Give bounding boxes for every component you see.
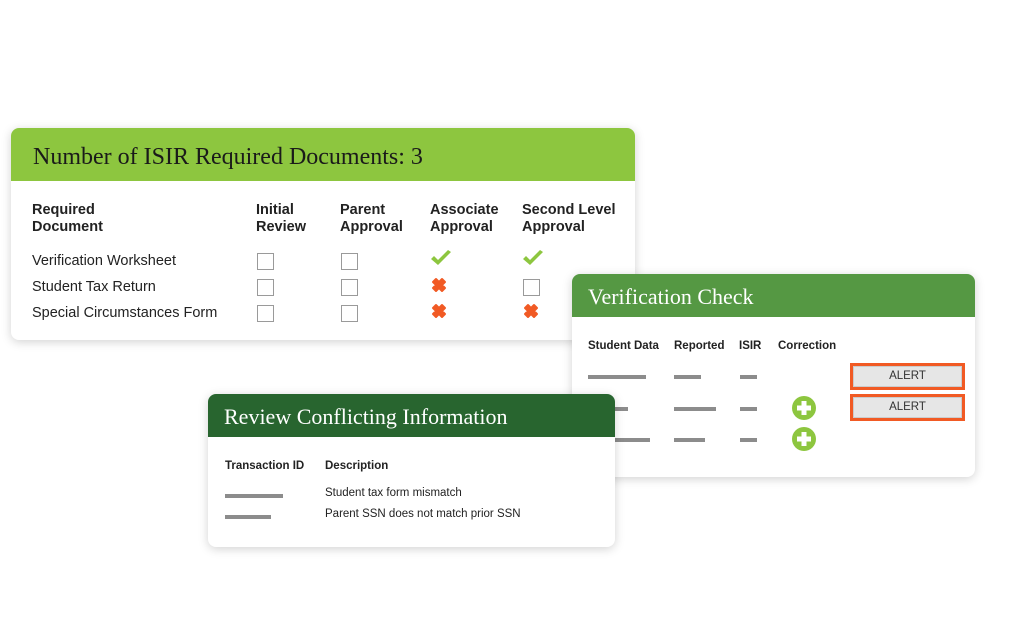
document-name: Special Circumstances Form bbox=[32, 305, 218, 321]
reported-placeholder bbox=[674, 407, 716, 411]
student-data-placeholder bbox=[588, 375, 646, 379]
transaction-id-placeholder bbox=[225, 494, 283, 498]
parent-approval-checkbox[interactable] bbox=[341, 252, 358, 270]
table-row: Verification Worksheet bbox=[32, 248, 632, 274]
required-documents-title: Number of ISIR Required Documents: 3 bbox=[11, 128, 635, 181]
conflict-description: Parent SSN does not match prior SSN bbox=[325, 508, 521, 520]
associate-approval-cell bbox=[430, 274, 522, 300]
plus-circle-icon[interactable] bbox=[792, 396, 816, 420]
table-row: Special Circumstances Form bbox=[32, 300, 632, 326]
x-mark-icon bbox=[430, 302, 448, 324]
initial-review-cell bbox=[256, 248, 340, 274]
column-header-description: Description bbox=[325, 460, 389, 472]
isir-placeholder bbox=[740, 407, 757, 411]
column-header-required-document: Required Document bbox=[32, 202, 103, 235]
x-mark-icon bbox=[430, 276, 448, 298]
document-name: Verification Worksheet bbox=[32, 253, 176, 269]
second-level-approval-cell bbox=[522, 248, 632, 274]
parent-approval-cell bbox=[340, 300, 430, 326]
column-header-student-data: Student Data bbox=[588, 340, 659, 352]
initial-review-cell bbox=[256, 300, 340, 326]
reported-placeholder bbox=[674, 438, 705, 442]
review-conflicting-information-card: Review Conflicting Information Transacti… bbox=[208, 394, 615, 547]
associate-approval-cell bbox=[430, 248, 522, 274]
column-header-associate-approval: Associate Approval bbox=[430, 202, 499, 235]
document-name: Student Tax Return bbox=[32, 279, 156, 295]
checkmark-icon bbox=[430, 250, 452, 272]
column-header-second-level-approval: Second Level Approval bbox=[522, 202, 616, 235]
table-header-row: Required Document Initial Review Parent App… bbox=[32, 202, 632, 248]
alert-button[interactable]: ALERT bbox=[850, 363, 965, 390]
column-header-transaction-id: Transaction ID bbox=[225, 460, 305, 472]
parent-approval-cell bbox=[340, 274, 430, 300]
review-conflicting-title: Review Conflicting Information bbox=[208, 394, 615, 437]
isir-placeholder bbox=[740, 438, 757, 442]
plus-circle-icon[interactable] bbox=[792, 427, 816, 451]
conflict-description: Student tax form mismatch bbox=[325, 487, 462, 499]
table-row: Student Tax Return bbox=[32, 274, 632, 300]
required-documents-table: Required Document Initial Review Parent App… bbox=[32, 202, 632, 326]
isir-placeholder bbox=[740, 375, 757, 379]
column-header-isir: ISIR bbox=[739, 340, 762, 352]
x-mark-icon bbox=[522, 302, 540, 324]
checkmark-icon bbox=[522, 250, 544, 272]
initial-review-checkbox[interactable] bbox=[257, 252, 274, 270]
initial-review-cell bbox=[256, 274, 340, 300]
second-level-approval-checkbox[interactable] bbox=[523, 278, 540, 296]
parent-approval-checkbox[interactable] bbox=[341, 278, 358, 296]
initial-review-checkbox[interactable] bbox=[257, 278, 274, 296]
required-documents-card: Number of ISIR Required Documents: 3 Req… bbox=[11, 128, 635, 340]
associate-approval-cell bbox=[430, 300, 522, 326]
column-header-initial-review: Initial Review bbox=[256, 202, 306, 235]
transaction-id-placeholder bbox=[225, 515, 271, 519]
alert-button[interactable]: ALERT bbox=[850, 394, 965, 421]
verification-check-title: Verification Check bbox=[572, 274, 975, 317]
column-header-reported: Reported bbox=[674, 340, 725, 352]
parent-approval-cell bbox=[340, 248, 430, 274]
initial-review-checkbox[interactable] bbox=[257, 304, 274, 322]
verification-check-card: Verification Check Student Data Reported… bbox=[572, 274, 975, 477]
column-header-correction: Correction bbox=[778, 340, 837, 352]
reported-placeholder bbox=[674, 375, 701, 379]
parent-approval-checkbox[interactable] bbox=[341, 304, 358, 322]
column-header-parent-approval: Parent Approval bbox=[340, 202, 403, 235]
